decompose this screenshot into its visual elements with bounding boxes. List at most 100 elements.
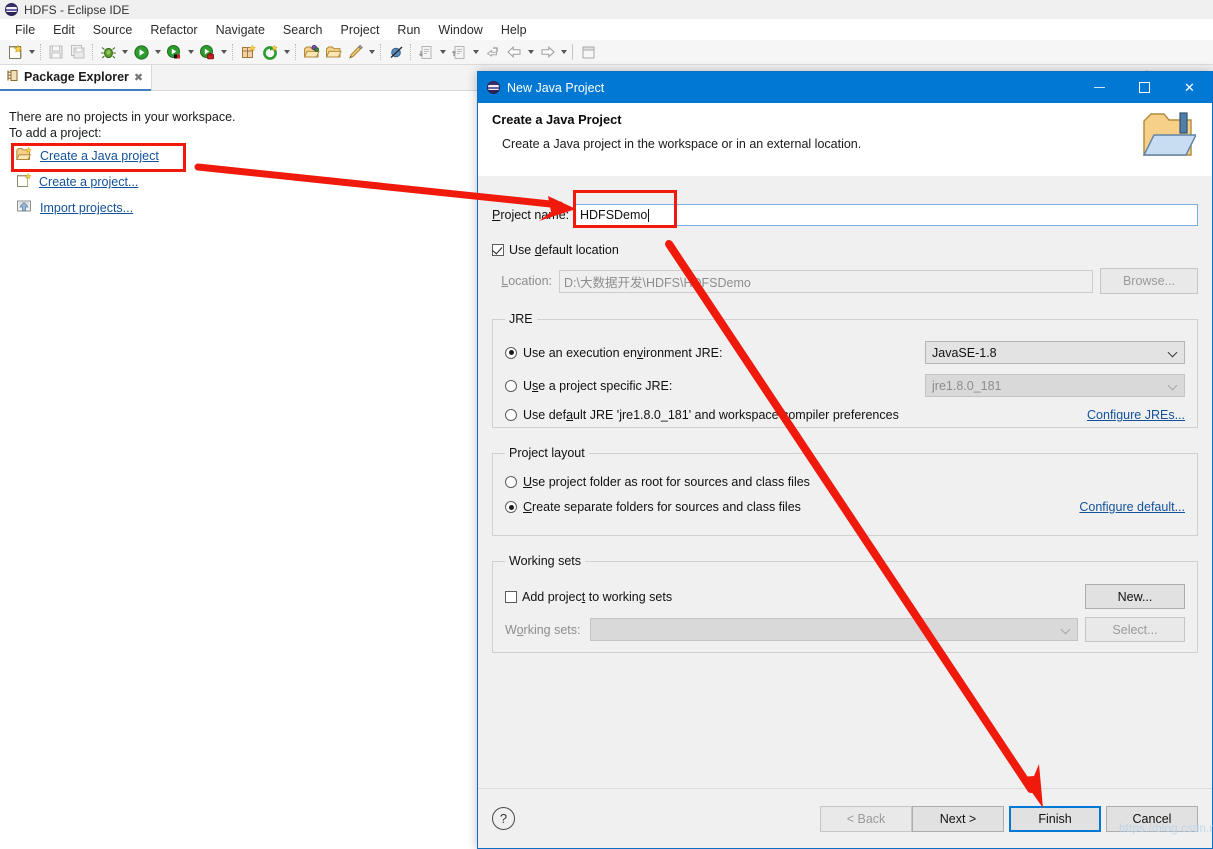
menu-window[interactable]: Window (429, 21, 491, 39)
jre-project-specific-label: Use a project specific JRE: (523, 378, 673, 393)
menu-refactor[interactable]: Refactor (141, 21, 206, 39)
jre-option-execution-environment-row[interactable]: Use an execution environment JRE: JavaSE… (505, 341, 1185, 364)
jre-option-project-specific-row[interactable]: Use a project specific JRE: jre1.8.0_181 (505, 374, 1185, 397)
execution-environment-combo[interactable]: JavaSE-1.8 (925, 341, 1185, 364)
create-project-link[interactable]: Create a project... (39, 175, 138, 189)
search-dropdown-icon[interactable] (366, 41, 377, 63)
jre-project-specific-radio[interactable] (505, 379, 517, 392)
search-icon[interactable] (344, 41, 366, 63)
run-dropdown-icon[interactable] (152, 41, 163, 63)
save-all-icon (67, 41, 89, 63)
toolbar-separator (410, 44, 412, 60)
location-label: Location: (501, 274, 552, 288)
open-resource-icon[interactable] (322, 41, 344, 63)
configure-default-link[interactable]: Configure default... (1079, 500, 1185, 514)
jre-default-radio[interactable] (505, 409, 517, 421)
previous-annotation-icon (448, 41, 470, 63)
dialog-heading: Create a Java Project (492, 112, 622, 127)
close-icon[interactable]: ✖ (134, 71, 143, 84)
finish-button[interactable]: Finish (1009, 805, 1101, 832)
toolbar-separator (92, 44, 94, 60)
toolbar-separator (40, 44, 42, 60)
dialog-window-controls: ✕ (1077, 72, 1212, 103)
next-button[interactable]: Next > (912, 805, 1004, 832)
jre-execution-environment-radio[interactable] (505, 346, 517, 359)
tab-label: Package Explorer (24, 70, 129, 84)
layout-separate-folders-label: Create separate folders for sources and … (523, 500, 801, 514)
minimize-icon[interactable] (1077, 72, 1122, 103)
dialog-header: Create a Java Project Create a Java proj… (478, 103, 1212, 185)
eclipse-ide-window: HDFS - Eclipse IDE File Edit Source Refa… (0, 0, 1213, 849)
run-as-dropdown-icon[interactable] (185, 41, 196, 63)
layout-option-project-folder-row[interactable]: Use project folder as root for sources a… (505, 475, 1185, 489)
dialog-footer: ? < Back Next > Finish Cancel (478, 788, 1212, 848)
new-wizard-dropdown-icon[interactable] (26, 41, 37, 63)
use-default-location-checkbox[interactable] (492, 244, 504, 256)
toolbar-separator (232, 44, 234, 60)
window-title: HDFS - Eclipse IDE (24, 2, 130, 17)
menu-edit[interactable]: Edit (44, 21, 84, 39)
run-icon[interactable] (130, 41, 152, 63)
project-specific-jre-value: jre1.8.0_181 (932, 378, 1002, 393)
execution-environment-value: JavaSE-1.8 (932, 345, 997, 360)
menu-project[interactable]: Project (332, 21, 389, 39)
add-to-working-sets-label: Add project to working sets (522, 589, 673, 604)
configure-jres-link[interactable]: Configure JREs... (1087, 408, 1185, 422)
debug-icon[interactable] (97, 41, 119, 63)
previous-annotation-dropdown-icon[interactable] (470, 41, 481, 63)
new-wizard-icon[interactable] (4, 41, 26, 63)
import-projects-link[interactable]: Import projects... (40, 201, 133, 215)
run-as-icon[interactable] (163, 41, 185, 63)
jre-legend: JRE (509, 312, 533, 326)
coverage-icon[interactable] (196, 41, 218, 63)
new-java-project-dialog: New Java Project ✕ Create a Java Project… (477, 71, 1213, 849)
menu-source[interactable]: Source (84, 21, 142, 39)
annotation-box-create-java-project (11, 143, 186, 172)
coverage-dropdown-icon[interactable] (218, 41, 229, 63)
debug-dropdown-icon[interactable] (119, 41, 130, 63)
refresh-dropdown-icon[interactable] (281, 41, 292, 63)
eclipse-icon (487, 81, 500, 94)
tab-package-explorer[interactable]: Package Explorer ✖ (0, 65, 152, 91)
pin-editor-icon[interactable] (577, 41, 599, 63)
next-annotation-dropdown-icon[interactable] (437, 41, 448, 63)
next-annotation-icon (415, 41, 437, 63)
dialog-title: New Java Project (507, 80, 605, 95)
layout-separate-folders-radio[interactable] (505, 501, 517, 513)
layout-option-separate-folders-row[interactable]: Create separate folders for sources and … (505, 500, 1185, 514)
forward-dropdown-icon[interactable] (558, 41, 569, 63)
location-input: D:\大数据开发\HDFS\HDFSDemo (559, 269, 1093, 293)
menu-navigate[interactable]: Navigate (207, 21, 274, 39)
menu-help[interactable]: Help (492, 21, 536, 39)
skip-breakpoints-icon[interactable] (385, 41, 407, 63)
use-default-location-row[interactable]: Use default location (492, 243, 1198, 257)
maximize-icon[interactable] (1122, 72, 1167, 103)
menu-search[interactable]: Search (274, 21, 332, 39)
layout-project-folder-radio[interactable] (505, 476, 517, 488)
project-specific-jre-combo: jre1.8.0_181 (925, 374, 1185, 397)
jre-default-label: Use default JRE 'jre1.8.0_181' and works… (523, 408, 899, 422)
help-icon[interactable]: ? (492, 807, 515, 830)
working-sets-row: Working sets: Select... (505, 617, 1185, 642)
refresh-icon[interactable] (259, 41, 281, 63)
new-java-package-icon[interactable] (237, 41, 259, 63)
new-working-set-button[interactable]: New... (1085, 584, 1185, 609)
jre-option-default-row[interactable]: Use default JRE 'jre1.8.0_181' and works… (505, 408, 1185, 422)
import-projects-icon (16, 199, 33, 217)
window-titlebar: HDFS - Eclipse IDE (0, 0, 1213, 19)
add-working-sets-row[interactable]: Add project to working sets New... (505, 584, 1185, 609)
menu-file[interactable]: File (6, 21, 44, 39)
back-dropdown-icon[interactable] (525, 41, 536, 63)
menu-run[interactable]: Run (388, 21, 429, 39)
chevron-down-icon (1062, 625, 1071, 634)
watermark: https://blog.csdn.net/lys_828 (1119, 823, 1213, 835)
save-icon (45, 41, 67, 63)
finish-button-label: Finish (1038, 811, 1072, 826)
location-row: Location: D:\大数据开发\HDFS\HDFSDemo Browse.… (492, 268, 1198, 294)
open-type-icon[interactable] (300, 41, 322, 63)
toolbar-separator (380, 44, 382, 60)
add-to-working-sets-checkbox[interactable] (505, 590, 517, 603)
close-icon[interactable]: ✕ (1167, 72, 1212, 103)
working-sets-group: Working sets Add project to working sets… (492, 554, 1198, 653)
chevron-down-icon (1169, 348, 1178, 357)
